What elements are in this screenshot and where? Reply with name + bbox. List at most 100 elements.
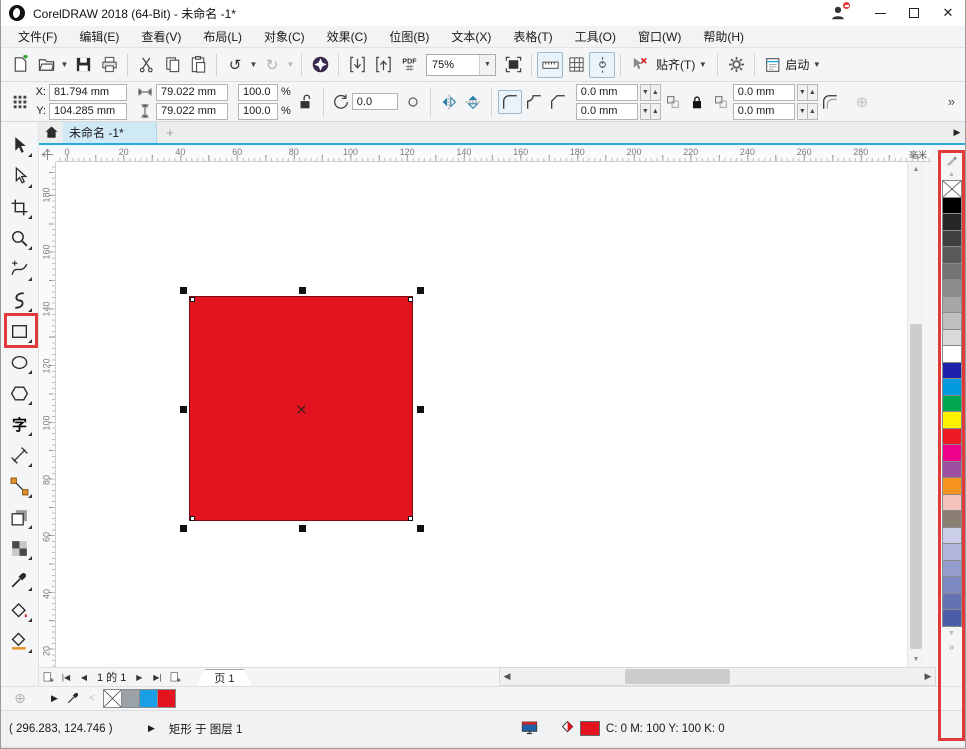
show-guidelines-toggle[interactable] bbox=[589, 52, 615, 78]
lock-ratio-toggle[interactable] bbox=[293, 90, 317, 114]
palette-swatch[interactable] bbox=[942, 444, 962, 462]
palette-swatch[interactable] bbox=[942, 296, 962, 314]
toolbox-more-tools-icon[interactable]: ⊕ bbox=[1, 690, 39, 707]
new-tab-button[interactable]: + bbox=[157, 122, 183, 143]
palette-swatch[interactable] bbox=[942, 494, 962, 512]
ellipse-tool[interactable] bbox=[5, 347, 35, 378]
color-eyedropper-tool[interactable] bbox=[5, 564, 35, 595]
y-position-field[interactable]: 104.285 mm bbox=[49, 103, 127, 120]
launch-dropdown[interactable]: 启动 ▼ bbox=[760, 52, 826, 78]
no-color-swatch[interactable] bbox=[103, 689, 122, 708]
undo-dropdown[interactable]: ▼ bbox=[248, 52, 259, 78]
palette-swatch[interactable] bbox=[942, 230, 962, 248]
selection-handle[interactable] bbox=[299, 525, 306, 532]
fill-color-icon[interactable] bbox=[560, 719, 576, 738]
scalloped-corner-button[interactable] bbox=[522, 90, 546, 114]
add-page-end-button[interactable] bbox=[166, 669, 184, 686]
full-screen-preview-button[interactable] bbox=[500, 52, 526, 78]
close-button[interactable]: ✕ bbox=[931, 0, 965, 26]
round-corner-button[interactable] bbox=[498, 90, 522, 114]
selection-handle[interactable] bbox=[299, 287, 306, 294]
scroll-right-icon[interactable]: ▶ bbox=[921, 671, 935, 682]
publish-pdf-button[interactable] bbox=[396, 52, 422, 78]
selection-handle[interactable] bbox=[417, 525, 424, 532]
palette-swatch[interactable] bbox=[942, 246, 962, 264]
corner-radius-bl-field[interactable]: 0.0 mm bbox=[576, 103, 638, 120]
import-button[interactable] bbox=[344, 52, 370, 78]
palette-swatch[interactable] bbox=[942, 543, 962, 561]
corner-br-spinner[interactable]: ▼▲ bbox=[798, 103, 818, 120]
show-rulers-toggle[interactable] bbox=[537, 52, 563, 78]
corner-radius-tl-field[interactable]: 0.0 mm bbox=[576, 84, 638, 101]
palette-swatch[interactable] bbox=[942, 312, 962, 330]
vertical-ruler[interactable]: 18016014012010080604020 bbox=[39, 162, 56, 667]
corner-node[interactable] bbox=[190, 516, 195, 521]
save-button[interactable] bbox=[70, 52, 96, 78]
menu-item[interactable]: 文件(F) bbox=[7, 26, 68, 47]
corner-bl-spinner[interactable]: ▼▲ bbox=[641, 103, 661, 120]
menu-item[interactable]: 布局(L) bbox=[192, 26, 253, 47]
user-account-icon[interactable] bbox=[829, 4, 849, 22]
corner-tl-spinner[interactable]: ▼▲ bbox=[641, 84, 661, 101]
corner-radius-tr-field[interactable]: 0.0 mm bbox=[733, 84, 795, 101]
palette-swatch[interactable] bbox=[942, 197, 962, 215]
palette-swatch[interactable] bbox=[942, 345, 962, 363]
palette-expand-icon[interactable]: » bbox=[949, 640, 955, 656]
home-tab-icon[interactable] bbox=[39, 122, 63, 143]
show-grid-toggle[interactable] bbox=[563, 52, 589, 78]
drawing-canvas[interactable] bbox=[56, 162, 907, 667]
document-palette-flyout-icon[interactable]: ▶ bbox=[51, 693, 58, 704]
selection-handle[interactable] bbox=[180, 525, 187, 532]
previous-page-button[interactable]: ◀ bbox=[75, 669, 93, 686]
edit-corners-together-toggle[interactable] bbox=[818, 90, 842, 114]
options-button[interactable] bbox=[723, 52, 749, 78]
menu-item[interactable]: 表格(T) bbox=[502, 26, 563, 47]
scroll-up-icon[interactable]: ▲ bbox=[908, 162, 924, 177]
object-center-marker[interactable] bbox=[297, 405, 306, 414]
last-page-button[interactable]: ▶| bbox=[148, 669, 166, 686]
menu-item[interactable]: 效果(C) bbox=[316, 26, 379, 47]
chamfered-corner-button[interactable] bbox=[546, 90, 570, 114]
minimize-button[interactable] bbox=[863, 0, 897, 26]
document-palette-scroll-left-icon[interactable]: < bbox=[89, 693, 95, 704]
height-field[interactable]: 79.022 mm bbox=[156, 103, 228, 120]
menu-item[interactable]: 对象(C) bbox=[253, 26, 316, 47]
zoom-level-combo[interactable]: 75% ▼ bbox=[426, 54, 496, 76]
export-button[interactable] bbox=[370, 52, 396, 78]
connector-tool[interactable] bbox=[5, 471, 35, 502]
menu-item[interactable]: 文本(X) bbox=[440, 26, 502, 47]
document-palette-swatch[interactable] bbox=[139, 689, 158, 708]
link-corners-left-toggle[interactable] bbox=[661, 90, 685, 114]
palette-swatch[interactable] bbox=[942, 576, 962, 594]
tab-scroll-right-icon[interactable]: ▶ bbox=[947, 122, 966, 143]
menu-item[interactable]: 编辑(E) bbox=[68, 26, 130, 47]
drop-shadow-tool[interactable] bbox=[5, 502, 35, 533]
palette-swatch[interactable] bbox=[942, 428, 962, 446]
palette-swatch[interactable] bbox=[942, 527, 962, 545]
palette-swatch[interactable] bbox=[942, 329, 962, 347]
open-button[interactable] bbox=[33, 52, 59, 78]
corner-tr-spinner[interactable]: ▼▲ bbox=[798, 84, 818, 101]
menu-item[interactable]: 查看(V) bbox=[130, 26, 192, 47]
vertical-scrollbar-thumb[interactable] bbox=[910, 324, 922, 649]
mirror-horizontal-button[interactable] bbox=[437, 90, 461, 114]
palette-swatch[interactable] bbox=[942, 593, 962, 611]
display-color-icon[interactable] bbox=[521, 720, 538, 738]
snap-off-button[interactable] bbox=[626, 52, 652, 78]
paste-button[interactable] bbox=[185, 52, 211, 78]
open-dropdown[interactable]: ▼ bbox=[59, 52, 70, 78]
smart-fill-tool[interactable] bbox=[5, 626, 35, 657]
palette-swatch[interactable] bbox=[942, 362, 962, 380]
selection-handle[interactable] bbox=[417, 406, 424, 413]
corner-radius-br-field[interactable]: 0.0 mm bbox=[733, 103, 795, 120]
palette-swatch[interactable] bbox=[942, 279, 962, 297]
pick-tool[interactable] bbox=[5, 130, 35, 161]
document-tab-active[interactable]: 未命名 -1* bbox=[63, 122, 157, 143]
menu-item[interactable]: 位图(B) bbox=[378, 26, 440, 47]
crop-tool[interactable] bbox=[5, 192, 35, 223]
redo-dropdown[interactable]: ▼ bbox=[285, 52, 296, 78]
polygon-tool[interactable] bbox=[5, 378, 35, 409]
corner-node[interactable] bbox=[408, 297, 413, 302]
selection-handle[interactable] bbox=[417, 287, 424, 294]
selected-rectangle[interactable] bbox=[189, 296, 413, 521]
